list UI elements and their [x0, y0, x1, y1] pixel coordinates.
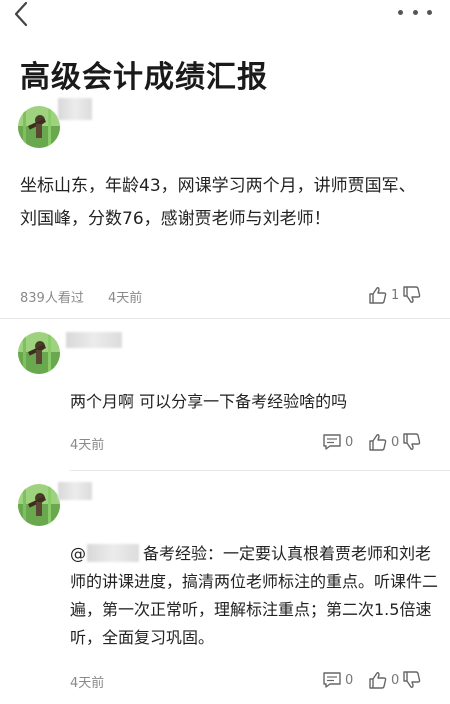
- username-blurred: [58, 482, 92, 500]
- view-count: 839人看过: [20, 291, 84, 306]
- reply-count: 0: [345, 672, 354, 688]
- avatar[interactable]: [18, 332, 60, 374]
- divider: [0, 318, 450, 319]
- reply-count: 0: [345, 434, 354, 450]
- more-dots-icon[interactable]: [398, 10, 432, 20]
- like-count: 1: [391, 287, 400, 303]
- top-bar: [0, 0, 450, 36]
- article-content: 坐标山东，年龄43，网课学习两个月，讲师贾国军、刘国峰，分数76，感谢贾老师与刘…: [20, 176, 416, 229]
- username-blurred: [66, 332, 122, 348]
- comment-time: 4天前: [70, 438, 105, 453]
- post-time: 4天前: [108, 291, 143, 306]
- back-arrow-icon: [14, 1, 28, 27]
- comment-icon: [323, 672, 341, 688]
- thumbs-down-icon[interactable]: [402, 671, 422, 689]
- avatar[interactable]: [18, 106, 60, 148]
- mention-at: @: [70, 544, 86, 563]
- like-button[interactable]: 1: [368, 286, 422, 304]
- comment-text: 两个月啊 可以分享一下备考经验啥的吗: [70, 392, 348, 411]
- comment-text: @ 备考经验：一定要认真根着贾老师和刘老师的讲课进度，搞清两位老师标注的重点。听课…: [70, 540, 440, 652]
- like-count: 0: [391, 434, 400, 450]
- divider: [70, 470, 450, 471]
- avatar[interactable]: [18, 484, 60, 526]
- thumbs-up-icon: [369, 434, 387, 451]
- thumbs-up-icon: [369, 672, 387, 689]
- mention-blurred: [87, 544, 139, 562]
- page-title: 高级会计成绩汇报: [20, 60, 268, 95]
- thumbs-down-icon[interactable]: [402, 433, 422, 451]
- thumbs-up-icon: [369, 287, 387, 304]
- thumbs-down-icon[interactable]: [402, 286, 422, 304]
- comment-time: 4天前: [70, 676, 105, 691]
- like-count: 0: [391, 672, 400, 688]
- username-blurred: [58, 98, 92, 120]
- reply-button[interactable]: 0: [322, 671, 353, 689]
- back-button[interactable]: [10, 0, 34, 30]
- like-button[interactable]: 0: [368, 671, 422, 689]
- reply-button[interactable]: 0: [322, 433, 353, 451]
- comment-icon: [323, 434, 341, 450]
- like-button[interactable]: 0: [368, 433, 422, 451]
